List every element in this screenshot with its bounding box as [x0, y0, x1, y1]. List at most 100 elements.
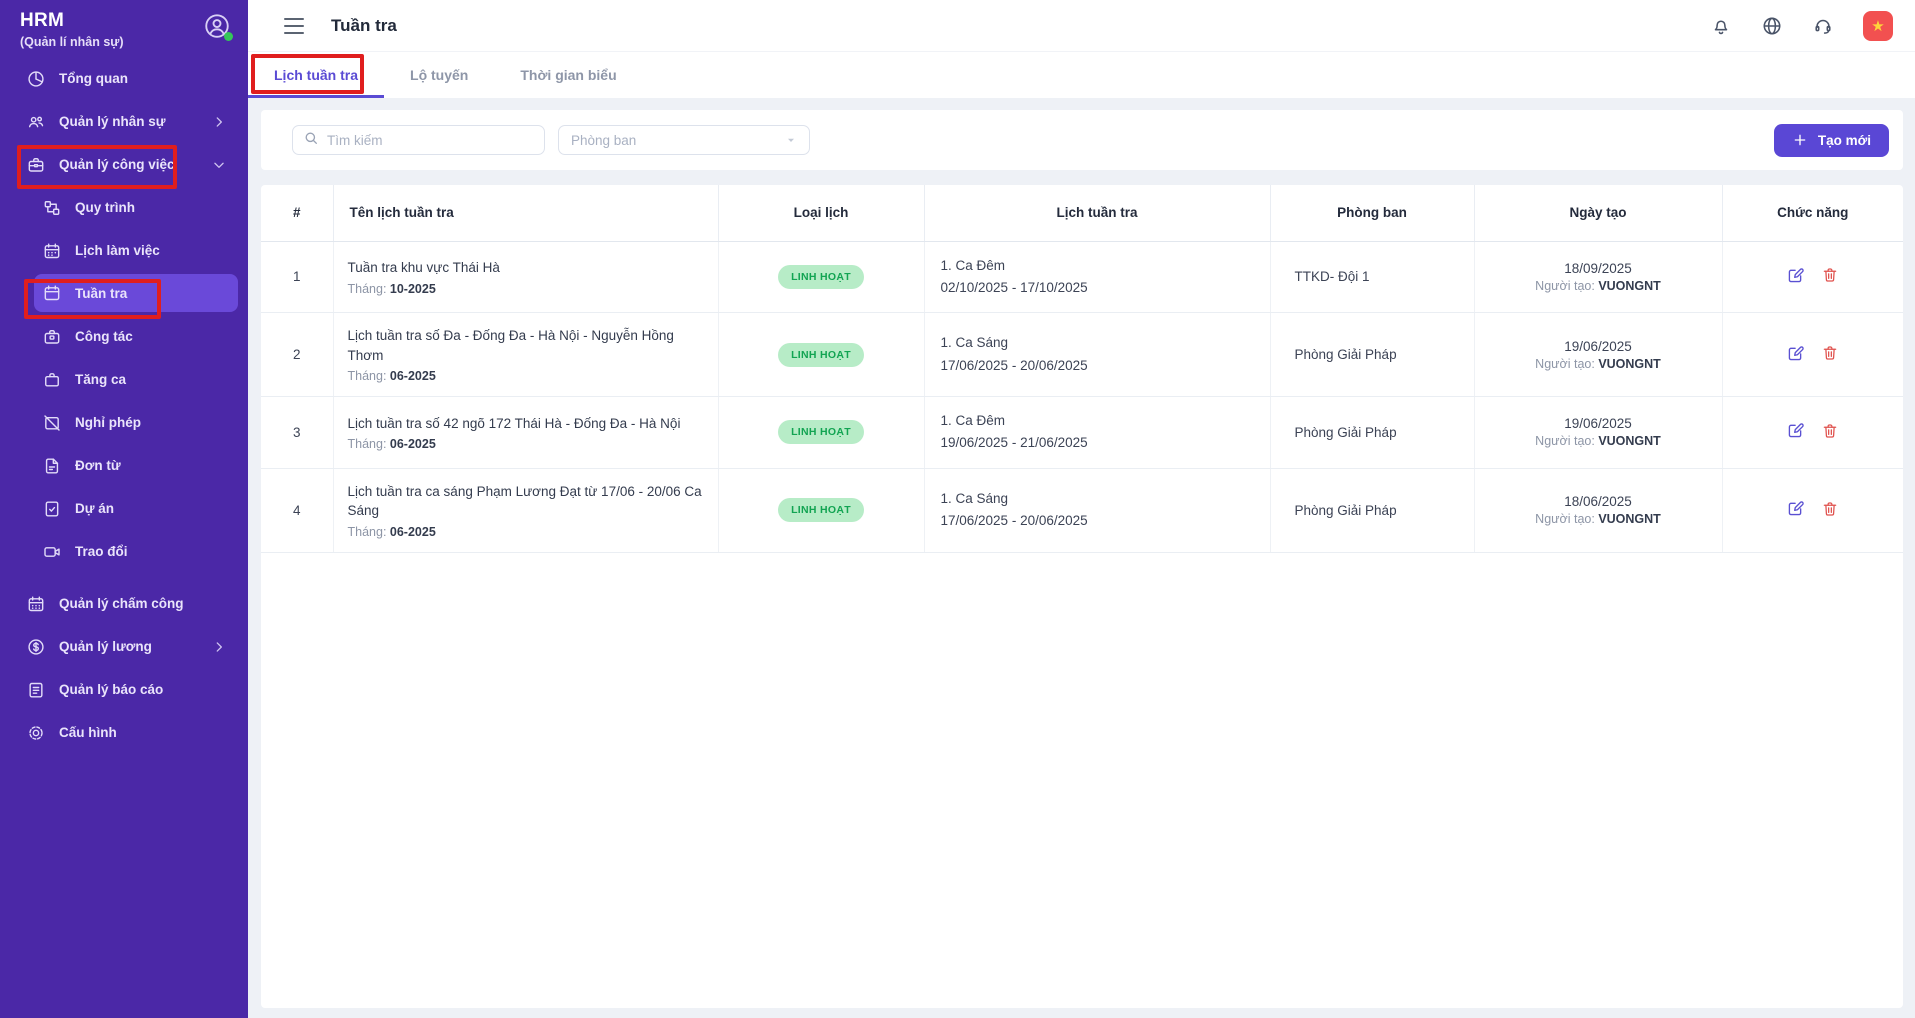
col-header-index: #	[261, 185, 333, 241]
globe-icon[interactable]	[1761, 15, 1783, 37]
sidebar-item-cau-hinh[interactable]: Cấu hình	[0, 711, 248, 754]
sidebar-item-lich-lam-viec[interactable]: Lịch làm việc	[0, 229, 248, 272]
tab-lich-tuan-tra[interactable]: Lịch tuần tra	[248, 52, 384, 98]
briefcase-icon	[26, 155, 46, 175]
delete-button[interactable]	[1821, 266, 1840, 285]
department-select[interactable]: Phòng ban	[558, 125, 810, 155]
shift-name: 1. Ca Sáng	[941, 332, 1256, 354]
brand-block: HRM (Quản lí nhân sự)	[0, 0, 248, 49]
schedule-name: Tuần tra khu vực Thái Hà	[348, 258, 704, 278]
created-date: 18/09/2025	[1489, 261, 1708, 276]
hrm-app: HRM (Quản lí nhân sự) Tổng quan Quản lý …	[0, 0, 1915, 1018]
briefcase-icon	[42, 370, 62, 390]
sidebar-item-quan-ly-cong-viec[interactable]: Quản lý công việc	[0, 143, 248, 186]
shift-name: 1. Ca Sáng	[941, 488, 1256, 510]
schedule-month: Tháng: 06-2025	[348, 437, 704, 451]
tab-lo-tuyen[interactable]: Lộ tuyến	[384, 52, 494, 98]
calendar-icon	[42, 283, 62, 303]
col-header-actions: Chức năng	[1722, 185, 1903, 241]
star-icon: ★	[1871, 17, 1884, 35]
video-icon	[42, 542, 62, 562]
search-icon	[303, 130, 319, 151]
sidebar-item-cong-tac[interactable]: Công tác	[0, 315, 248, 358]
table-header-row: # Tên lịch tuần tra Loại lịch Lịch tuần …	[261, 185, 1903, 241]
created-by: Người tạo: VUONGNT	[1489, 434, 1708, 448]
plus-icon	[1792, 132, 1808, 148]
shift-period: 19/06/2025 - 21/06/2025	[941, 432, 1256, 454]
shift-name: 1. Ca Đêm	[941, 255, 1256, 277]
page-title: Tuần tra	[331, 16, 397, 36]
department-cell: Phòng Giải Pháp	[1270, 468, 1474, 552]
sidebar-item-trao-doi[interactable]: Trao đổi	[0, 530, 248, 573]
edit-button[interactable]	[1786, 344, 1805, 363]
pie-chart-icon	[26, 69, 46, 89]
created-by: Người tạo: VUONGNT	[1489, 357, 1708, 371]
schedule-name: Lịch tuần tra số 42 ngõ 172 Thái Hà - Đố…	[348, 414, 704, 434]
edit-button[interactable]	[1786, 499, 1805, 518]
created-by: Người tạo: VUONGNT	[1489, 512, 1708, 526]
shift-period: 17/06/2025 - 20/06/2025	[941, 355, 1256, 377]
search-box	[292, 125, 545, 155]
department-cell: Phòng Giải Pháp	[1270, 397, 1474, 469]
sidebar-item-quan-ly-cham-cong[interactable]: Quản lý chấm công	[0, 582, 248, 625]
account-avatar[interactable]	[202, 11, 232, 41]
bell-icon[interactable]	[1710, 15, 1732, 37]
schedule-name: Lịch tuần tra số Đa - Đống Đa - Hà Nội -…	[348, 326, 704, 365]
sidebar-item-don-tu[interactable]: Đơn từ	[0, 444, 248, 487]
sidebar-nav: Tổng quan Quản lý nhân sự Quản lý công v…	[0, 57, 248, 754]
vietnam-flag-language-badge[interactable]: ★	[1863, 11, 1893, 41]
patrol-schedule-table-card: # Tên lịch tuần tra Loại lịch Lịch tuần …	[261, 185, 1903, 1008]
sidebar-item-tong-quan[interactable]: Tổng quan	[0, 57, 248, 100]
status-badge: LINH HOẠT	[778, 498, 864, 522]
table-row: 4 Lịch tuần tra ca sáng Phạm Lương Đạt t…	[261, 468, 1903, 552]
patrol-schedule-table: # Tên lịch tuần tra Loại lịch Lịch tuần …	[261, 185, 1903, 553]
search-input[interactable]	[327, 133, 534, 148]
department-cell: TTKD- Đội 1	[1270, 241, 1474, 313]
col-header-department: Phòng ban	[1270, 185, 1474, 241]
tab-thoi-gian-bieu[interactable]: Thời gian biểu	[494, 52, 642, 98]
sidebar-item-quan-ly-luong[interactable]: Quản lý lương	[0, 625, 248, 668]
delete-button[interactable]	[1821, 344, 1840, 363]
edit-button[interactable]	[1786, 421, 1805, 440]
briefcase-badge-icon	[42, 327, 62, 347]
chevron-right-icon	[212, 640, 226, 654]
status-badge: LINH HOẠT	[778, 343, 864, 367]
schedule-month: Tháng: 10-2025	[348, 282, 704, 296]
sidebar-item-quan-ly-bao-cao[interactable]: Quản lý báo cáo	[0, 668, 248, 711]
delete-button[interactable]	[1821, 499, 1840, 518]
status-badge: LINH HOẠT	[778, 420, 864, 444]
schedule-name: Lịch tuần tra ca sáng Phạm Lương Đạt từ …	[348, 482, 704, 521]
delete-button[interactable]	[1821, 421, 1840, 440]
chevron-right-icon	[212, 115, 226, 129]
col-header-name: Tên lịch tuần tra	[333, 185, 718, 241]
caret-down-icon	[785, 134, 797, 146]
shift-period: 17/06/2025 - 20/06/2025	[941, 510, 1256, 532]
gear-icon	[26, 723, 46, 743]
sidebar-item-nghi-phep[interactable]: Nghỉ phép	[0, 401, 248, 444]
col-header-created: Ngày tạo	[1474, 185, 1722, 241]
schedule-month: Tháng: 06-2025	[348, 369, 704, 383]
sidebar-item-du-an[interactable]: Dự án	[0, 487, 248, 530]
sidebar-item-tuan-tra[interactable]: Tuần tra	[34, 274, 238, 312]
created-date: 18/06/2025	[1489, 494, 1708, 509]
edit-button[interactable]	[1786, 266, 1805, 285]
table-row: 3 Lịch tuần tra số 42 ngõ 172 Thái Hà - …	[261, 397, 1903, 469]
workflow-icon	[42, 198, 62, 218]
created-by: Người tạo: VUONGNT	[1489, 279, 1708, 293]
create-new-button[interactable]: Tạo mới	[1774, 124, 1889, 157]
status-badge: LINH HOẠT	[778, 265, 864, 289]
report-icon	[26, 680, 46, 700]
sidebar-item-quan-ly-nhan-su[interactable]: Quản lý nhân sự	[0, 100, 248, 143]
table-row: 1 Tuần tra khu vực Thái Hà Tháng: 10-202…	[261, 241, 1903, 313]
col-header-schedule: Lịch tuần tra	[924, 185, 1270, 241]
calendar-off-icon	[42, 413, 62, 433]
sidebar-item-tang-ca[interactable]: Tăng ca	[0, 358, 248, 401]
sidebar-item-quy-trinh[interactable]: Quy trình	[0, 186, 248, 229]
headset-support-icon[interactable]	[1812, 15, 1834, 37]
calendar-icon	[42, 241, 62, 261]
menu-toggle-icon[interactable]	[284, 18, 304, 34]
header-actions: ★	[1710, 11, 1893, 41]
calendar-grid-icon	[26, 594, 46, 614]
sidebar: HRM (Quản lí nhân sự) Tổng quan Quản lý …	[0, 0, 248, 1018]
tab-bar: Lịch tuần tra Lộ tuyến Thời gian biểu	[248, 52, 1915, 98]
